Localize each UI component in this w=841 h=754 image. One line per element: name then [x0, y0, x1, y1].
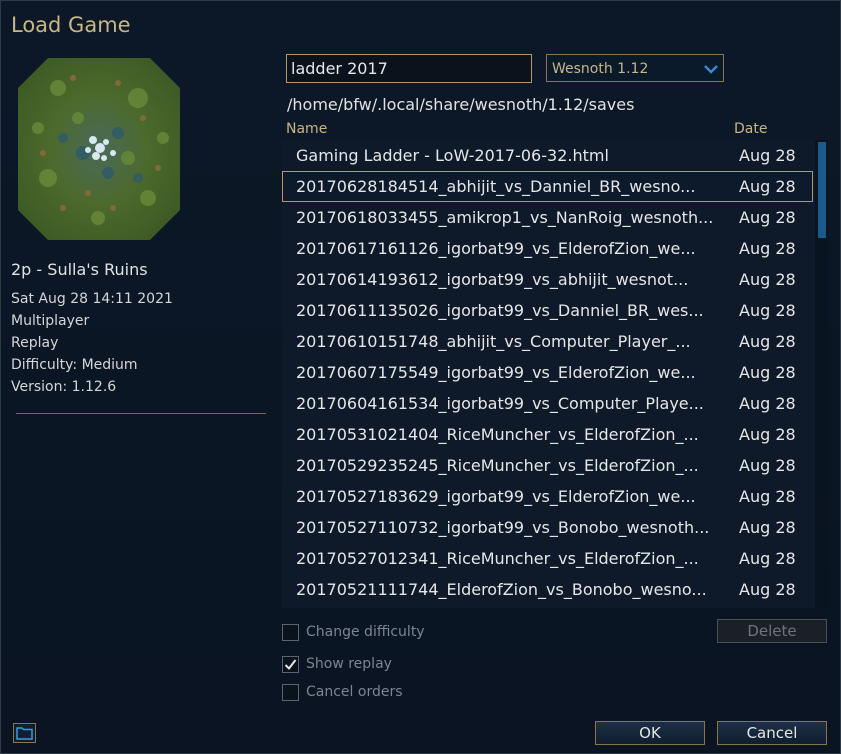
- savegame-date: Aug 28: [739, 332, 796, 351]
- folder-icon: [16, 727, 33, 740]
- savegame-date: Aug 28: [739, 394, 796, 413]
- savegame-name: 20170529235245_RiceMuncher_vs_ElderofZio…: [296, 456, 699, 475]
- savegame-name: 20170617161126_igorbat99_vs_ElderofZion_…: [296, 239, 696, 258]
- savegame-date: Aug 28: [739, 301, 796, 320]
- list-scroll-thumb[interactable]: [818, 142, 826, 238]
- savegame-name: 20170527183629_igorbat99_vs_ElderofZion_…: [296, 487, 696, 506]
- scenario-name: 2p - Sulla's Ruins: [11, 260, 148, 279]
- version-dropdown[interactable]: Wesnoth 1.12: [546, 54, 724, 82]
- savegame-row[interactable]: 20170521111744_ElderofZion_vs_Bonobo_wes…: [282, 574, 813, 605]
- change-difficulty-label: Change difficulty: [306, 624, 425, 640]
- savegame-name: 20170607175549_igorbat99_vs_ElderofZion_…: [296, 363, 696, 382]
- savegame-date: Aug 28: [739, 580, 796, 599]
- savegame-name: 20170611135026_igorbat99_vs_Danniel_BR_w…: [296, 301, 704, 320]
- savegame-name: 20170614193612_igorbat99_vs_abhijit_wesn…: [296, 270, 689, 289]
- savegame-date: Aug 28: [739, 549, 796, 568]
- version-info: Version: 1.12.6: [11, 379, 117, 395]
- savegame-name: Gaming Ladder - LoW-2017-06-32.html: [296, 146, 609, 165]
- savegame-date: Aug 28: [739, 518, 796, 537]
- savegame-date: Aug 28: [739, 456, 796, 475]
- checkmark-icon: [284, 659, 297, 671]
- column-header-name[interactable]: Name: [286, 121, 327, 137]
- savegame-row[interactable]: 20170607175549_igorbat99_vs_ElderofZion_…: [282, 357, 813, 388]
- savegame-date: Aug 28: [739, 208, 796, 227]
- savegame-row[interactable]: 20170604161534_igorbat99_vs_Computer_Pla…: [282, 388, 813, 419]
- savegame-date: Aug 28: [739, 239, 796, 258]
- savegame-row[interactable]: 20170527183629_igorbat99_vs_ElderofZion_…: [282, 481, 813, 512]
- load-game-dialog: Load Game 2p - Sulla's Ruins Sat Aug 28 …: [0, 0, 841, 754]
- map-preview-image: [18, 58, 180, 240]
- savegame-date: Aug 28: [739, 270, 796, 289]
- save-kind: Replay: [11, 335, 59, 351]
- savegame-row[interactable]: 20170610151748_abhijit_vs_Computer_Playe…: [282, 326, 813, 357]
- open-folder-button[interactable]: [13, 723, 36, 743]
- show-replay-checkbox[interactable]: [282, 656, 299, 673]
- savegame-row[interactable]: 20170527110732_igorbat99_vs_Bonobo_wesno…: [282, 512, 813, 543]
- savegame-date: Aug 28: [739, 363, 796, 382]
- game-type: Multiplayer: [11, 313, 90, 329]
- savegame-date: Aug 28: [739, 177, 796, 196]
- dialog-title: Load Game: [11, 13, 131, 37]
- savegame-row[interactable]: 20170611135026_igorbat99_vs_Danniel_BR_w…: [282, 295, 813, 326]
- savegame-row[interactable]: 20170527012341_RiceMuncher_vs_ElderofZio…: [282, 543, 813, 574]
- cancel-orders-label: Cancel orders: [306, 684, 403, 700]
- savegame-name: 20170628184514_abhijit_vs_Danniel_BR_wes…: [296, 177, 696, 196]
- delete-button[interactable]: Delete: [717, 619, 827, 643]
- change-difficulty-checkbox[interactable]: [282, 624, 299, 641]
- save-date: Sat Aug 28 14:11 2021: [11, 291, 173, 307]
- save-directory-path: /home/bfw/.local/share/wesnoth/1.12/save…: [287, 95, 635, 114]
- savegame-row[interactable]: 20170617161126_igorbat99_vs_ElderofZion_…: [282, 233, 813, 264]
- column-header-date[interactable]: Date: [734, 121, 767, 137]
- preview-divider: [16, 413, 266, 414]
- savegame-name: 20170604161534_igorbat99_vs_Computer_Pla…: [296, 394, 704, 413]
- chevron-down-icon: [704, 65, 718, 74]
- savegame-name: 20170521111744_ElderofZion_vs_Bonobo_wes…: [296, 580, 707, 599]
- savegame-date: Aug 28: [739, 487, 796, 506]
- difficulty-info: Difficulty: Medium: [11, 357, 138, 373]
- version-dropdown-value: Wesnoth 1.12: [552, 61, 649, 77]
- savegame-row[interactable]: 20170614193612_igorbat99_vs_abhijit_wesn…: [282, 264, 813, 295]
- savegame-date: Aug 28: [739, 146, 796, 165]
- savegame-list: Gaming Ladder - LoW-2017-06-32.html Aug 2…: [282, 140, 828, 608]
- savegame-row[interactable]: 20170618033455_amikrop1_vs_NanRoig_wesno…: [282, 202, 813, 233]
- savegame-row[interactable]: 20170531021404_RiceMuncher_vs_ElderofZio…: [282, 419, 813, 450]
- show-replay-label: Show replay: [306, 656, 392, 672]
- cancel-button[interactable]: Cancel: [717, 721, 827, 745]
- savegame-name: 20170527012341_RiceMuncher_vs_ElderofZio…: [296, 549, 699, 568]
- savegame-name: 20170618033455_amikrop1_vs_NanRoig_wesno…: [296, 208, 714, 227]
- savegame-date: Aug 28: [739, 425, 796, 444]
- savegame-row[interactable]: Gaming Ladder - LoW-2017-06-32.html Aug 2…: [282, 140, 813, 171]
- savegame-row[interactable]: 20170628184514_abhijit_vs_Danniel_BR_wes…: [282, 171, 813, 202]
- savegame-row[interactable]: 20170529235245_RiceMuncher_vs_ElderofZio…: [282, 450, 813, 481]
- savegame-name: 20170610151748_abhijit_vs_Computer_Playe…: [296, 332, 691, 351]
- cancel-orders-checkbox[interactable]: [282, 684, 299, 701]
- savegame-name: 20170531021404_RiceMuncher_vs_ElderofZio…: [296, 425, 699, 444]
- ok-button[interactable]: OK: [595, 721, 705, 745]
- filter-input[interactable]: ladder 2017: [286, 54, 532, 83]
- savegame-name: 20170527110732_igorbat99_vs_Bonobo_wesno…: [296, 518, 710, 537]
